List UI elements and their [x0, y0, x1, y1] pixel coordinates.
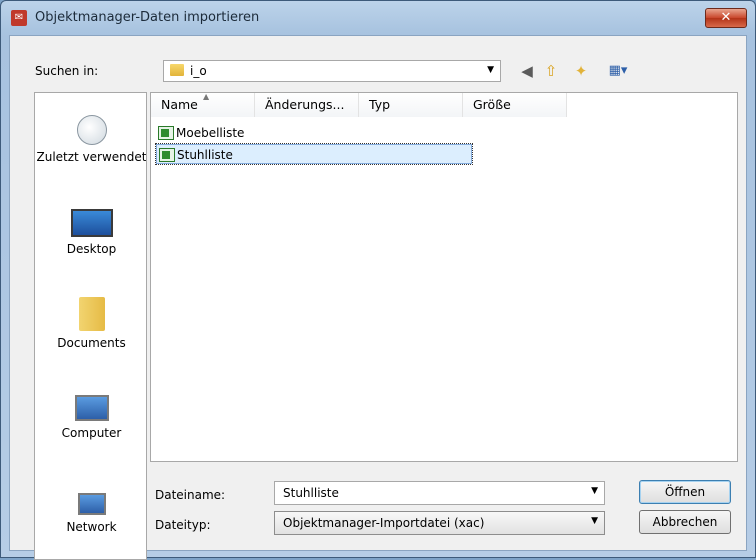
filetype-dropdown[interactable]: Objektmanager-Importdatei (xac) ▼ — [274, 511, 605, 535]
column-header-name[interactable]: ▲ Name — [151, 92, 255, 117]
file-list[interactable]: ▲ Name Änderungs... Typ Größe Moebellist… — [150, 92, 738, 462]
chevron-down-icon[interactable]: ▼ — [591, 516, 598, 526]
place-label: Computer — [61, 426, 122, 440]
place-recent[interactable]: Zuletzt verwendet — [35, 113, 147, 165]
place-label: Desktop — [66, 242, 117, 256]
folder-icon — [170, 64, 184, 76]
recent-places-icon — [76, 115, 107, 145]
place-network[interactable]: Network — [35, 493, 146, 535]
spreadsheet-file-icon — [159, 148, 175, 162]
cancel-button[interactable]: Abbrechen — [639, 510, 731, 534]
app-icon: ✉ — [11, 10, 27, 26]
title-bar[interactable]: ✉ Objektmanager-Daten importieren ✕ — [1, 1, 755, 35]
back-icon[interactable]: ◀ — [516, 60, 538, 82]
filetype-label: Dateityp: — [155, 518, 211, 532]
column-header-date[interactable]: Änderungs... — [255, 93, 359, 117]
place-label: Documents — [57, 336, 126, 350]
new-folder-icon[interactable]: ✦ — [570, 60, 592, 82]
chevron-down-icon[interactable]: ▼ — [487, 65, 494, 75]
documents-folder-icon — [78, 297, 105, 331]
lookin-dropdown[interactable]: i_o ▼ — [163, 60, 501, 82]
places-bar: Zuletzt verwendet Desktop Documents Comp… — [34, 92, 147, 560]
up-folder-icon[interactable]: ⇧ — [540, 60, 562, 82]
place-label: Network — [66, 520, 117, 534]
filename-label: Dateiname: — [155, 488, 226, 502]
chevron-down-icon[interactable]: ▼ — [591, 486, 598, 496]
file-name: Moebelliste — [176, 126, 245, 140]
lookin-label: Suchen in: — [35, 64, 99, 78]
place-desktop[interactable]: Desktop — [35, 209, 146, 257]
filetype-value: Objektmanager-Importdatei (xac) — [283, 516, 485, 530]
file-open-dialog: ✉ Objektmanager-Daten importieren ✕ Such… — [0, 0, 756, 560]
dialog-body: Suchen in: i_o ▼ ◀ ⇧ ✦ ▦▾ Zuletzt verwen… — [9, 35, 747, 560]
open-button[interactable]: Öffnen — [639, 480, 731, 504]
filename-value: Stuhlliste — [283, 486, 339, 500]
computer-icon — [74, 395, 109, 421]
place-documents[interactable]: Documents — [35, 297, 146, 351]
filename-input[interactable]: Stuhlliste ▼ — [274, 481, 605, 505]
view-menu-icon[interactable]: ▦▾ — [600, 60, 636, 82]
network-icon — [77, 493, 106, 515]
file-row-selected[interactable]: Stuhlliste — [155, 143, 473, 165]
desktop-icon — [70, 209, 113, 237]
column-header-type[interactable]: Typ — [359, 93, 463, 117]
file-name: Stuhlliste — [177, 148, 233, 162]
close-button[interactable]: ✕ — [705, 8, 747, 28]
place-label: Zuletzt verwendet — [36, 150, 147, 164]
column-header-size[interactable]: Größe — [463, 93, 567, 117]
spreadsheet-file-icon — [158, 126, 174, 140]
lookin-value: i_o — [190, 64, 207, 78]
window-title: Objektmanager-Daten importieren — [35, 10, 260, 25]
place-computer[interactable]: Computer — [35, 395, 146, 441]
file-row[interactable]: Moebelliste — [156, 123, 472, 143]
sort-ascending-icon: ▲ — [203, 92, 210, 101]
